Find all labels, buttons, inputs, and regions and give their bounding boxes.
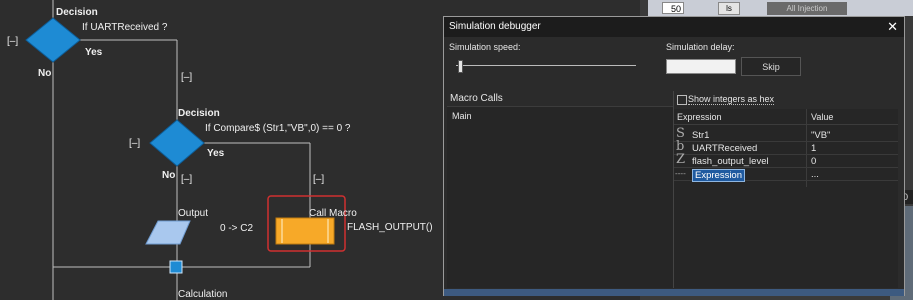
- macro-calls-header: Macro Calls: [447, 91, 673, 107]
- simulation-speed-label: Simulation speed:: [449, 42, 521, 52]
- decision-diamond[interactable]: [149, 119, 205, 167]
- call-macro-shape[interactable]: [275, 217, 335, 245]
- call-macro-text: FLASH_OUTPUT(): [347, 222, 433, 233]
- output-shape[interactable]: [145, 220, 191, 245]
- decision2-collapse-toggle[interactable]: [–]: [129, 138, 140, 149]
- decision2-yes-label: Yes: [207, 148, 225, 159]
- speed-slider-track[interactable]: [456, 65, 636, 66]
- decision1-title: Decision: [56, 7, 98, 18]
- decision2-condition: If Compare$ (Str1,"VB",0) == 0 ?: [205, 123, 351, 134]
- decision1-collapse-toggle[interactable]: [–]: [7, 36, 18, 47]
- watch-row[interactable]: Z flash_output_level 0: [674, 152, 898, 168]
- watch-panel: Expression Value S Str1 "VB" b UARTRecei…: [674, 109, 898, 288]
- close-icon[interactable]: ✕: [887, 19, 898, 35]
- watch-row-name: flash_output_level: [692, 156, 769, 167]
- watch-row[interactable]: S Str1 "VB": [674, 126, 898, 142]
- decision1-condition: If UARTReceived ?: [82, 22, 168, 33]
- watch-row-value: 1: [811, 143, 817, 154]
- watch-row-value: 0: [811, 156, 817, 167]
- window-bottom-strip: [444, 289, 904, 296]
- simulation-delay-input[interactable]: [666, 59, 736, 74]
- macro-calls-label: Macro Calls: [450, 93, 503, 104]
- show-hex-checkbox[interactable]: [677, 95, 687, 105]
- watch-row-name: UARTReceived: [692, 143, 758, 154]
- simulation-delay-label: Simulation delay:: [666, 42, 735, 52]
- decision2-no-label: No: [162, 170, 176, 181]
- output-title: Output: [178, 208, 209, 219]
- watch-row[interactable]: b UARTReceived 1: [674, 139, 898, 155]
- speed-slider-thumb[interactable]: [458, 60, 463, 73]
- decision2-title: Decision: [178, 108, 220, 119]
- new-expression-input[interactable]: Expression: [692, 169, 745, 182]
- watch-row-value: ...: [811, 169, 819, 180]
- call-macro-title: Call Macro: [309, 208, 357, 219]
- background-button[interactable]: ls: [718, 2, 740, 15]
- watch-row-value: "VB": [811, 130, 831, 141]
- value-column-header[interactable]: Value: [811, 112, 833, 122]
- watch-row-new[interactable]: ---- Expression ...: [674, 168, 898, 182]
- no-branch-collapse-toggle[interactable]: [–]: [181, 174, 192, 185]
- branch-collapse-toggle[interactable]: [–]: [181, 72, 192, 83]
- macro-calls-panel: Macro Calls Main: [447, 91, 674, 288]
- watch-row-name: Str1: [692, 130, 710, 141]
- decision1-no-label: No: [38, 68, 52, 79]
- skip-button[interactable]: Skip: [741, 57, 801, 76]
- calculation-title: Calculation: [178, 289, 228, 300]
- integer-type-icon: Z: [676, 152, 686, 167]
- watch-header: Expression Value: [674, 109, 898, 125]
- expression-column-header[interactable]: Expression: [677, 112, 722, 122]
- decision-diamond[interactable]: [25, 17, 81, 63]
- title-bar[interactable]: Simulation debugger ✕: [444, 17, 904, 37]
- window-title: Simulation debugger: [449, 21, 541, 32]
- simulation-debugger-window: Simulation debugger ✕ Simulation speed: …: [443, 16, 905, 296]
- junction-node[interactable]: [169, 260, 183, 274]
- macro-call-item[interactable]: Main: [452, 111, 472, 121]
- yes-branch-collapse-toggle[interactable]: [–]: [313, 174, 324, 185]
- show-hex-label[interactable]: Show integers as hex: [688, 94, 775, 105]
- output-text: 0 -> C2: [220, 223, 254, 234]
- background-spin-input[interactable]: 50: [662, 2, 684, 14]
- dashes-icon: ----: [675, 169, 686, 178]
- decision1-yes-label: Yes: [85, 47, 103, 58]
- background-tab[interactable]: All Injection: [767, 2, 847, 15]
